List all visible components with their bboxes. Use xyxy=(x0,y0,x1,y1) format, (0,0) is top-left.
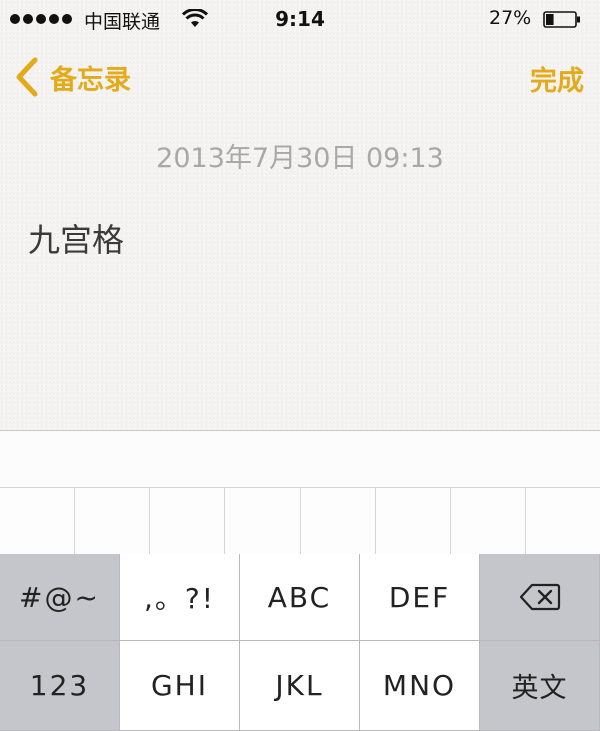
suggestion-cell[interactable] xyxy=(526,488,600,555)
delete-key[interactable] xyxy=(480,554,600,641)
suggestion-cell[interactable] xyxy=(376,488,451,555)
nine-key-keyboard: #@~ ,。?! ABC DEF 123 GHI JKL MNO 英文 xyxy=(0,554,600,731)
done-button[interactable]: 完成 xyxy=(530,59,584,98)
jkl-key[interactable]: JKL xyxy=(240,641,360,731)
candidate-bar xyxy=(0,430,600,488)
suggestion-cell[interactable] xyxy=(75,488,151,555)
note-date: 2013年7月30日 09:13 xyxy=(156,143,444,174)
mno-key[interactable]: MNO xyxy=(360,641,480,731)
ghi-key[interactable]: GHI xyxy=(120,641,240,731)
chevron-left-icon xyxy=(16,57,38,97)
suggestion-cell[interactable] xyxy=(0,488,76,555)
def-key[interactable]: DEF xyxy=(360,554,480,641)
suggestion-grid xyxy=(0,487,600,555)
navigation-bar: 备忘录 完成 xyxy=(0,45,600,115)
notes-screen: 中国联通 9:14 27% 备忘录 完成 2013年7月30日 09:13 九宫… xyxy=(0,0,600,731)
suggestion-cell[interactable] xyxy=(451,488,526,555)
english-switch-key[interactable]: 英文 xyxy=(480,641,600,731)
delete-icon xyxy=(519,583,560,611)
back-label: 备忘录 xyxy=(50,64,131,96)
abc-key[interactable]: ABC xyxy=(240,554,360,641)
battery-icon xyxy=(543,11,580,28)
punctuation-key[interactable]: ,。?! xyxy=(120,554,240,641)
back-button[interactable]: 备忘录 xyxy=(14,57,131,97)
note-text-area[interactable]: 九宫格 xyxy=(28,215,124,261)
symbols-key[interactable]: #@~ xyxy=(0,554,120,641)
status-bar: 中国联通 9:14 27% xyxy=(0,0,600,40)
battery-percent: 27% xyxy=(489,7,532,29)
suggestion-cell[interactable] xyxy=(150,488,226,555)
suggestion-cell[interactable] xyxy=(225,488,301,555)
suggestion-cell[interactable] xyxy=(301,488,376,555)
numbers-key[interactable]: 123 xyxy=(0,641,120,731)
